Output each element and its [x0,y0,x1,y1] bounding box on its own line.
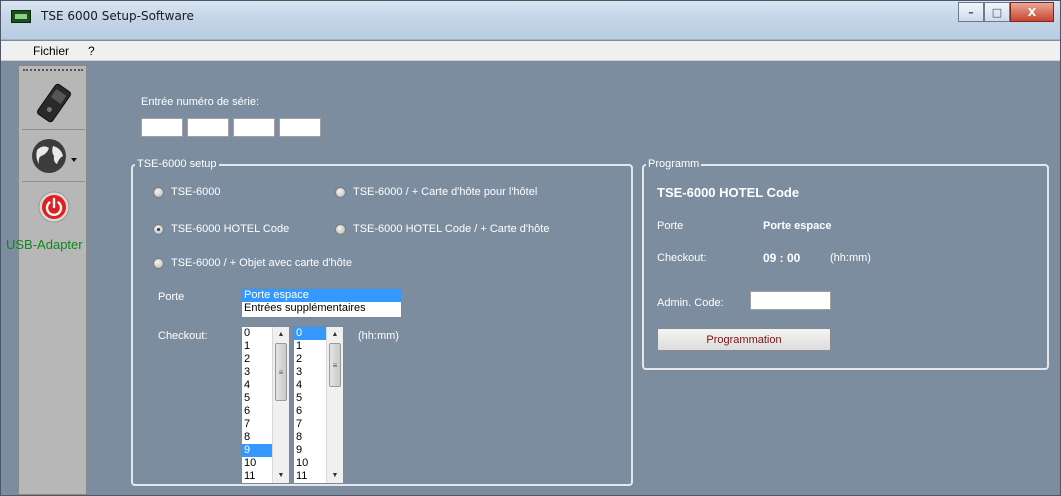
setup-groupbox-title: TSE-6000 setup [135,158,219,170]
checkout-unit: (hh:mm) [358,330,399,342]
checkout-label: Checkout: [158,330,208,342]
radio-tse6000[interactable]: TSE-6000 [153,186,221,198]
scroll-up-icon[interactable]: ▲ [273,327,289,342]
menu-fichier[interactable]: Fichier [33,44,69,58]
scroll-thumb[interactable]: ≡ [275,343,287,401]
serial-field-4[interactable] [279,118,321,137]
programm-heading: TSE-6000 HOTEL Code [657,185,800,200]
menu-bar: Fichier ? [1,41,1060,61]
minimize-button[interactable]: – [958,2,984,22]
radio-tse6000-carte-hote-hotel[interactable]: TSE-6000 / + Carte d'hôte pour l'hôtel [335,186,537,198]
sidebar-card-reader-button[interactable] [22,76,85,130]
checkout-hour-listbox[interactable]: 0 1 2 3 4 5 6 7 8 9 10 11 ▲ ≡ ▼ [241,326,290,484]
radio-tse6000-hotel-code-carte-hote[interactable]: TSE-6000 HOTEL Code / + Carte d'hôte [335,223,549,235]
radio-indicator [335,223,346,235]
scroll-down-icon[interactable]: ▼ [327,468,343,483]
serial-field-2[interactable] [187,118,229,137]
programm-porte-label: Porte [657,220,684,232]
radio-tse6000-hotel-code[interactable]: TSE-6000 HOTEL Code [153,223,289,235]
maximize-button[interactable]: □ [984,2,1010,22]
checkout-minute-listbox[interactable]: 0 1 2 3 4 5 6 7 8 9 10 11 ▲ ≡ ▼ [293,326,344,484]
radio-indicator [335,186,346,198]
programm-groupbox-title: Programm [646,158,702,170]
admin-code-field[interactable] [750,291,831,310]
radio-indicator [153,186,164,198]
serial-field-1[interactable] [141,118,183,137]
app-icon [11,10,31,23]
window-title: TSE 6000 Setup-Software [41,9,194,23]
scroll-thumb[interactable]: ≡ [329,343,341,387]
admin-code-label: Admin. Code: [657,297,724,309]
radio-indicator [153,257,164,269]
radio-label: TSE-6000 [171,186,221,198]
radio-indicator-selected [153,223,164,235]
programm-checkout-label: Checkout: [657,252,707,264]
sidebar: USB-Adapter [6,65,87,495]
sidebar-power-button[interactable] [22,182,85,232]
minute-scrollbar[interactable]: ▲ ≡ ▼ [326,327,343,483]
programm-checkout-value: 09 : 00 [763,251,801,265]
radio-label: TSE-6000 HOTEL Code [171,223,290,235]
serial-number-label: Entrée numéro de série: [141,96,260,108]
usb-adapter-label: USB-Adapter [6,237,83,252]
porte-option[interactable]: Entrées supplémentaires [242,302,401,315]
radio-label: TSE-6000 / + Carte d'hôte pour l'hôtel [353,186,538,198]
programmation-button[interactable]: Programmation [657,328,831,351]
serial-field-3[interactable] [233,118,275,137]
close-button[interactable]: X [1010,2,1054,22]
globe-language-icon [31,138,77,173]
programm-porte-value: Porte espace [763,220,832,232]
window-controls: – □ X [958,2,1054,22]
scroll-up-icon[interactable]: ▲ [327,327,343,342]
sidebar-grip [23,69,83,73]
menu-help[interactable]: ? [88,44,95,58]
power-icon [38,191,69,223]
porte-listbox[interactable]: Porte espace Entrées supplémentaires [241,288,402,318]
card-reader-icon [36,83,71,122]
app-window: TSE 6000 Setup-Software – □ X Fichier ? [0,0,1061,496]
setup-groupbox [131,164,633,486]
porte-option-selected[interactable]: Porte espace [242,289,401,302]
programm-checkout-unit: (hh:mm) [830,252,871,264]
radio-label: TSE-6000 / + Objet avec carte d'hôte [171,257,352,269]
radio-label: TSE-6000 HOTEL Code / + Carte d'hôte [353,223,550,235]
sidebar-language-button[interactable] [22,130,85,182]
hour-scrollbar[interactable]: ▲ ≡ ▼ [272,327,289,483]
title-bar[interactable]: TSE 6000 Setup-Software – □ X [1,1,1060,40]
radio-tse6000-objet-carte-hote[interactable]: TSE-6000 / + Objet avec carte d'hôte [153,257,352,269]
porte-label: Porte [158,291,185,303]
scroll-down-icon[interactable]: ▼ [273,468,289,483]
